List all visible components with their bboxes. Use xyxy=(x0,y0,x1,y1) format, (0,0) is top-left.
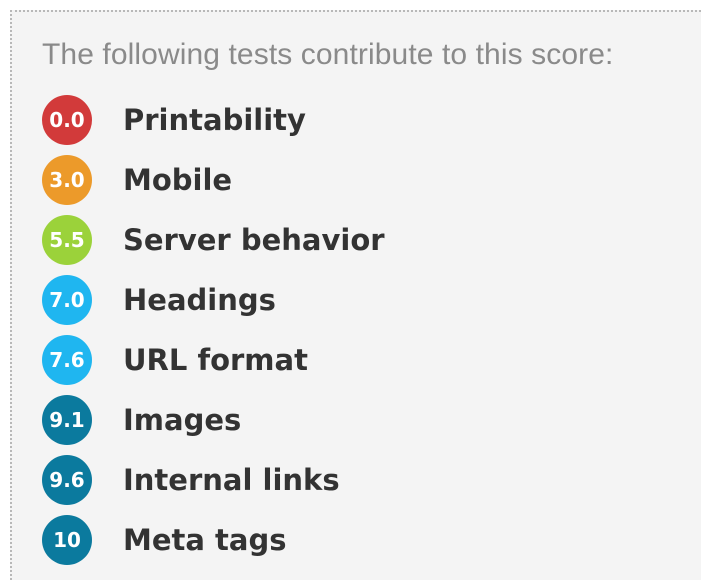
test-item-internal-links[interactable]: 9.6 Internal links xyxy=(42,450,385,510)
score-badge: 10 xyxy=(42,515,92,565)
test-item-server-behavior[interactable]: 5.5 Server behavior xyxy=(42,210,385,270)
score-badge: 9.1 xyxy=(42,395,92,445)
test-name[interactable]: Server behavior xyxy=(123,223,385,257)
score-badge: 5.5 xyxy=(42,215,92,265)
test-name[interactable]: Printability xyxy=(123,103,306,137)
test-item-headings[interactable]: 7.0 Headings xyxy=(42,270,385,330)
test-name[interactable]: Mobile xyxy=(123,163,232,197)
test-item-images[interactable]: 9.1 Images xyxy=(42,390,385,450)
score-badge: 0.0 xyxy=(42,95,92,145)
test-item-meta-tags[interactable]: 10 Meta tags xyxy=(42,510,385,570)
test-name[interactable]: URL format xyxy=(123,343,308,377)
test-item-printability[interactable]: 0.0 Printability xyxy=(42,90,385,150)
test-name[interactable]: Internal links xyxy=(123,463,340,497)
score-badge: 3.0 xyxy=(42,155,92,205)
score-badge: 7.6 xyxy=(42,335,92,385)
test-list: 0.0 Printability 3.0 Mobile 5.5 Server b… xyxy=(42,90,385,570)
score-badge: 7.0 xyxy=(42,275,92,325)
score-badge: 9.6 xyxy=(42,455,92,505)
test-item-url-format[interactable]: 7.6 URL format xyxy=(42,330,385,390)
intro-text: The following tests contribute to this s… xyxy=(42,38,614,71)
test-name[interactable]: Meta tags xyxy=(123,523,287,557)
test-name[interactable]: Headings xyxy=(123,283,276,317)
score-breakdown-panel: The following tests contribute to this s… xyxy=(10,10,701,580)
test-item-mobile[interactable]: 3.0 Mobile xyxy=(42,150,385,210)
test-name[interactable]: Images xyxy=(123,403,241,437)
